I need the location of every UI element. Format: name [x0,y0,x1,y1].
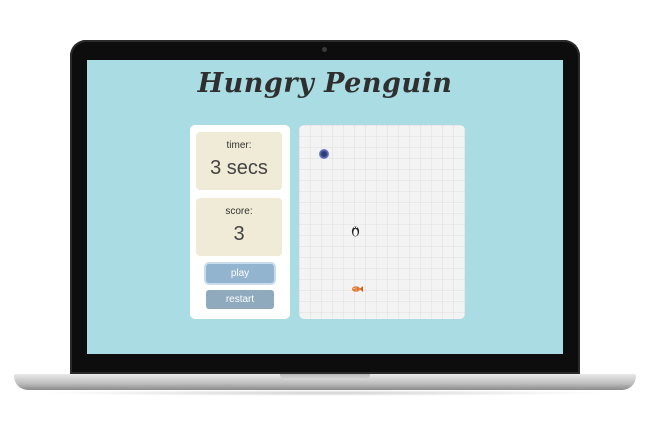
control-panel: timer: 3 secs score: 3 play restart [190,125,290,319]
timer-value: 3 secs [210,157,268,179]
laptop-hinge-notch [280,374,370,380]
restart-button[interactable]: restart [206,290,274,309]
play-button[interactable]: play [206,264,274,283]
laptop-screen: Hungry Penguin timer: 3 secs score: 3 pl… [87,60,563,354]
game-title: Hungry Penguin [197,68,453,99]
penguin-icon [351,226,360,237]
game-board[interactable] [299,125,465,319]
timer-label: timer: [226,140,252,151]
laptop-base [14,374,636,390]
score-label: score: [225,206,253,217]
webcam-icon [322,47,327,52]
score-value: 3 [233,223,245,245]
hole-icon [319,149,329,159]
laptop-lid: Hungry Penguin timer: 3 secs score: 3 pl… [70,40,580,374]
laptop-shadow [40,390,610,396]
laptop-scene: Hungry Penguin timer: 3 secs score: 3 pl… [0,0,650,433]
score-box: score: 3 [196,198,282,256]
fish-icon [352,286,363,292]
timer-box: timer: 3 secs [196,132,282,190]
